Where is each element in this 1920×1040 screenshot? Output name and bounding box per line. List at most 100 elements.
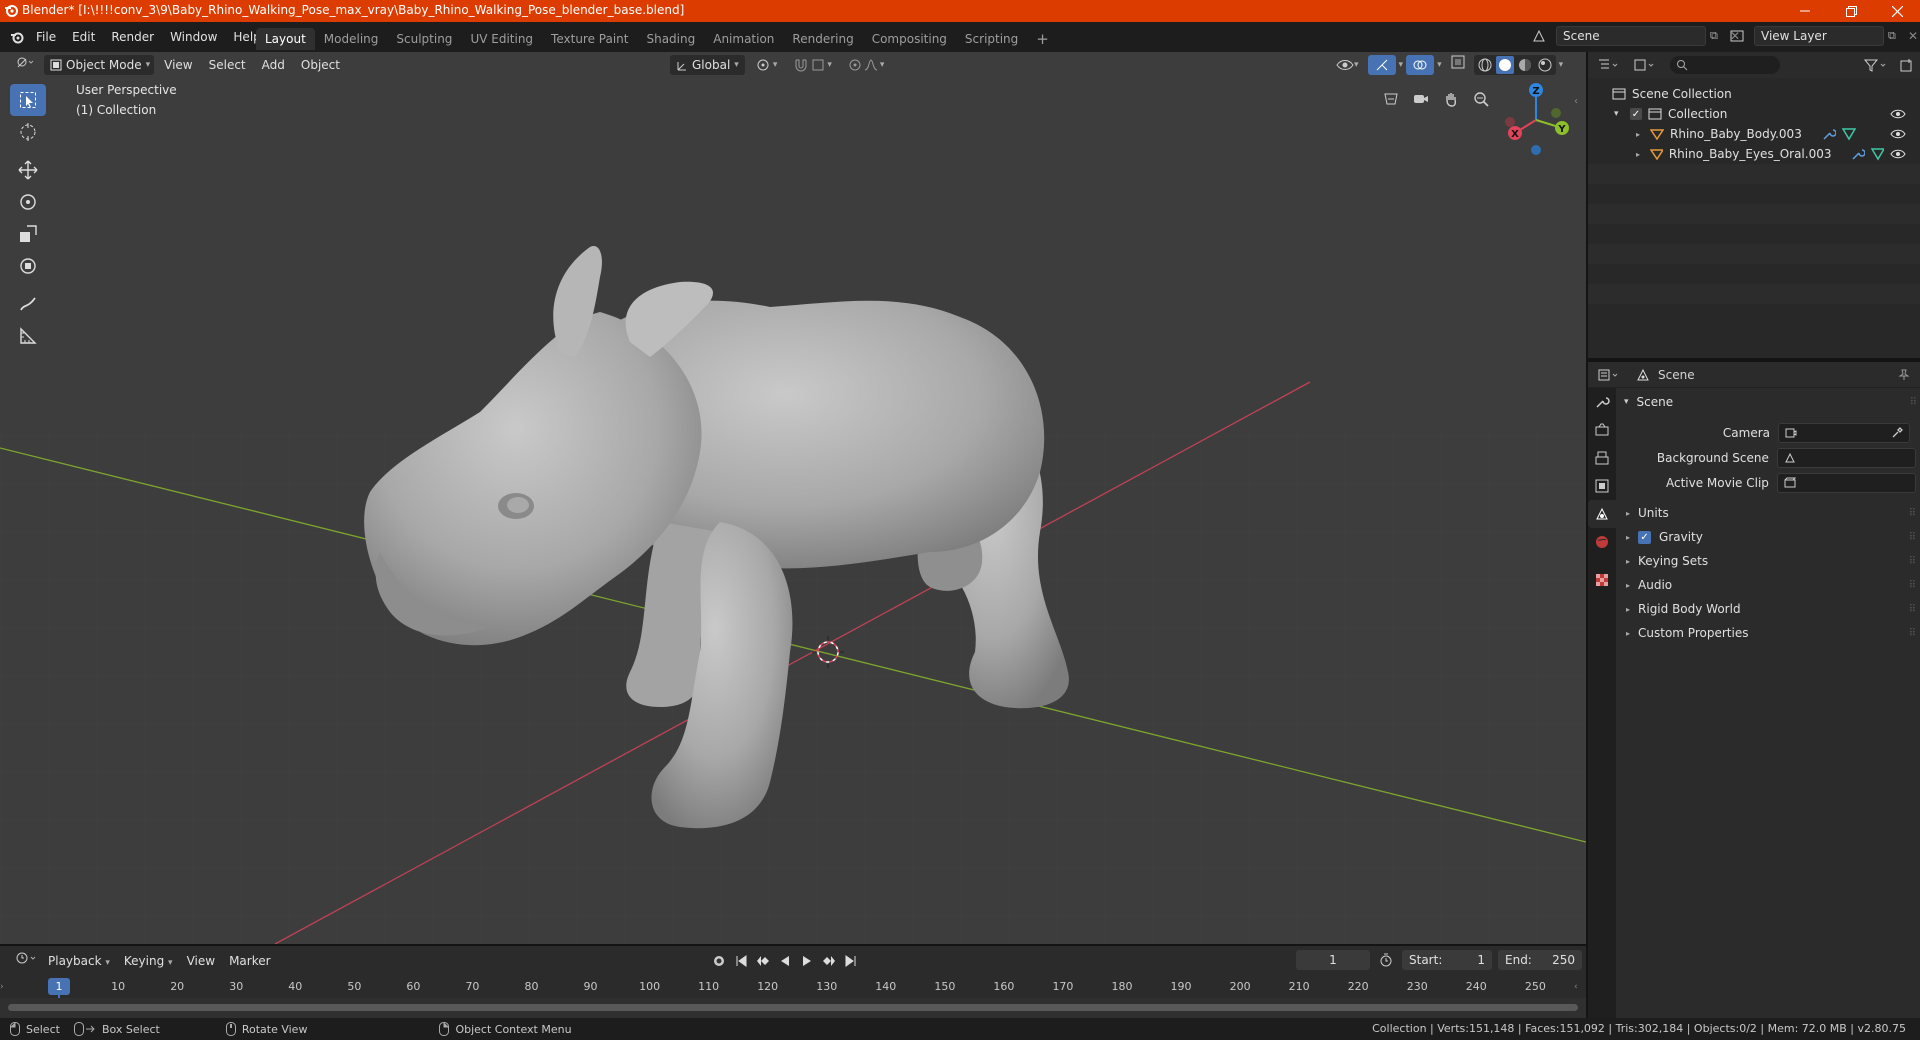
view-layer-tab-icon[interactable]	[1588, 472, 1616, 500]
viewport-menu-add[interactable]: Add	[256, 55, 291, 75]
view-layer-icon[interactable]	[1724, 26, 1750, 46]
drag-handle-icon[interactable]: ⠿	[1909, 532, 1916, 543]
frame-ruler[interactable]: › ‹ 1 10 20 30 40 50 60 70 80 90 100 110 120 130 140 15…	[0, 976, 1586, 1035]
world-tab-icon[interactable]	[1588, 528, 1616, 556]
outliner-scene-collection[interactable]: Scene Collection	[1588, 84, 1920, 104]
drag-handle-icon[interactable]: ⠿	[1909, 508, 1916, 519]
chevron-down-icon[interactable]: ▾	[1437, 60, 1442, 70]
tab-rendering[interactable]: Rendering	[783, 28, 862, 50]
preview-range-icon[interactable]	[1376, 950, 1396, 970]
timeline-scrollbar[interactable]	[8, 1004, 1578, 1011]
play-reverse-icon[interactable]	[776, 952, 794, 970]
expand-arrow-icon[interactable]: ▸	[1636, 130, 1644, 139]
menu-render[interactable]: Render	[103, 26, 162, 48]
menu-window[interactable]: Window	[162, 26, 225, 48]
tab-texture-paint[interactable]: Texture Paint	[542, 28, 637, 50]
area-divider[interactable]	[1586, 52, 1588, 1018]
outliner-object-row[interactable]: ▸ Rhino_Baby_Body.003	[1588, 124, 1920, 144]
transform-orientation-dropdown[interactable]: Global ▾	[670, 55, 745, 75]
chevron-down-icon[interactable]: ▾	[1559, 60, 1564, 70]
background-scene-field[interactable]	[1776, 447, 1916, 468]
pan-view-icon[interactable]	[1438, 86, 1464, 112]
tab-sculpting[interactable]: Sculpting	[387, 28, 461, 50]
drag-handle-icon[interactable]: ⠿	[1910, 397, 1917, 408]
drag-handle-icon[interactable]: ⠿	[1909, 628, 1916, 639]
render-tab-icon[interactable]	[1588, 416, 1616, 444]
tab-layout[interactable]: Layout	[256, 28, 315, 50]
move-tool-icon[interactable]	[10, 154, 46, 186]
jump-end-icon[interactable]	[842, 952, 860, 970]
cursor-tool-icon[interactable]	[10, 116, 46, 148]
toggle-perspective-icon[interactable]	[1378, 86, 1404, 112]
scene-name-field[interactable]: Scene	[1556, 26, 1706, 46]
solid-shading-icon[interactable]	[1495, 56, 1514, 74]
eye-icon[interactable]	[1890, 108, 1906, 120]
close-window-button[interactable]	[1874, 0, 1920, 22]
menu-edit[interactable]: Edit	[64, 26, 103, 48]
tab-scripting[interactable]: Scripting	[956, 28, 1027, 50]
editor-type-icon[interactable]	[10, 55, 40, 75]
pin-icon[interactable]	[1898, 369, 1910, 381]
transform-tool-icon[interactable]	[10, 250, 46, 282]
gravity-section[interactable]: ▸ ✓ Gravity ⠿	[1620, 525, 1916, 549]
blender-menu-icon[interactable]	[6, 26, 28, 48]
end-frame-field[interactable]: End: 250	[1498, 950, 1582, 970]
overlay-toggle[interactable]	[1406, 55, 1435, 75]
tab-compositing[interactable]: Compositing	[863, 28, 956, 50]
expand-arrow-icon[interactable]: ▾	[1614, 109, 1624, 119]
orientation-gizmo[interactable]: Z Y X	[1500, 80, 1576, 160]
current-frame-field[interactable]: 1	[1296, 950, 1370, 970]
viewport-menu-object[interactable]: Object	[295, 55, 346, 75]
timeline-menu-keying[interactable]: Keying ▾	[118, 951, 179, 971]
eye-icon[interactable]	[1890, 128, 1906, 140]
display-mode-icon[interactable]	[1634, 58, 1664, 72]
camera-view-icon[interactable]	[1408, 86, 1434, 112]
menu-file[interactable]: File	[28, 26, 64, 48]
add-workspace-button[interactable]: +	[1027, 28, 1058, 50]
collection-checkbox[interactable]: ✓	[1630, 108, 1642, 120]
sidebar-toggle-icon[interactable]: ‹	[1574, 96, 1578, 107]
rendered-shading-icon[interactable]	[1536, 56, 1554, 74]
viewport-menu-view[interactable]: View	[158, 55, 198, 75]
tab-modeling[interactable]: Modeling	[315, 28, 388, 50]
timeline-menu-marker[interactable]: Marker	[223, 951, 276, 971]
outliner-object-row[interactable]: ▸ Rhino_Baby_Eyes_Oral.003	[1588, 144, 1920, 164]
outliner-search-input[interactable]	[1670, 56, 1780, 74]
gizmo-toggle[interactable]	[1367, 55, 1396, 75]
rigid-body-world-section[interactable]: ▸ Rigid Body World ⠿	[1620, 597, 1916, 621]
timeline-menu-view[interactable]: View	[181, 951, 221, 971]
camera-field[interactable]	[1778, 422, 1910, 443]
scene-tab-icon[interactable]	[1588, 500, 1616, 528]
zoom-view-icon[interactable]	[1468, 86, 1494, 112]
mode-dropdown[interactable]: Object Mode ▾	[44, 55, 155, 75]
snap-toggle[interactable]: ▾	[787, 55, 838, 75]
area-divider[interactable]	[1588, 358, 1920, 362]
expand-arrow-icon[interactable]: ▸	[1636, 150, 1644, 159]
properties-editor-type-icon[interactable]	[1598, 368, 1628, 382]
tab-uv-editing[interactable]: UV Editing	[461, 28, 542, 50]
eye-icon[interactable]	[1890, 148, 1906, 160]
drag-handle-icon[interactable]: ⠿	[1909, 580, 1916, 591]
view-layer-field[interactable]: View Layer	[1754, 26, 1884, 46]
visibility-dropdown[interactable]: ▾	[1330, 55, 1365, 75]
outliner-collection[interactable]: ▾ ✓ Collection	[1588, 104, 1920, 124]
start-frame-field[interactable]: Start: 1	[1402, 950, 1492, 970]
filter-icon[interactable]	[1864, 58, 1888, 72]
xray-toggle[interactable]	[1445, 55, 1471, 75]
texture-tab-icon[interactable]	[1588, 566, 1616, 594]
scene-icon[interactable]	[1526, 26, 1552, 46]
next-keyframe-icon[interactable]	[820, 952, 838, 970]
material-shading-icon[interactable]	[1516, 56, 1534, 74]
new-collection-icon[interactable]	[1900, 58, 1914, 72]
record-icon[interactable]	[710, 952, 728, 970]
prev-keyframe-icon[interactable]	[754, 952, 772, 970]
chevron-down-icon[interactable]: ▾	[1399, 60, 1404, 70]
tab-animation[interactable]: Animation	[704, 28, 783, 50]
active-movie-clip-field[interactable]	[1776, 472, 1916, 493]
3d-viewport[interactable]: User Perspective (1) Collection Z Y X ‹	[0, 52, 1586, 944]
gravity-checkbox[interactable]: ✓	[1638, 530, 1652, 544]
scene-panel-header[interactable]: ▾ Scene ⠿	[1620, 390, 1917, 414]
scale-tool-icon[interactable]	[10, 218, 46, 250]
proportional-editing-toggle[interactable]: ▾	[842, 55, 891, 75]
tab-shading[interactable]: Shading	[637, 28, 704, 50]
